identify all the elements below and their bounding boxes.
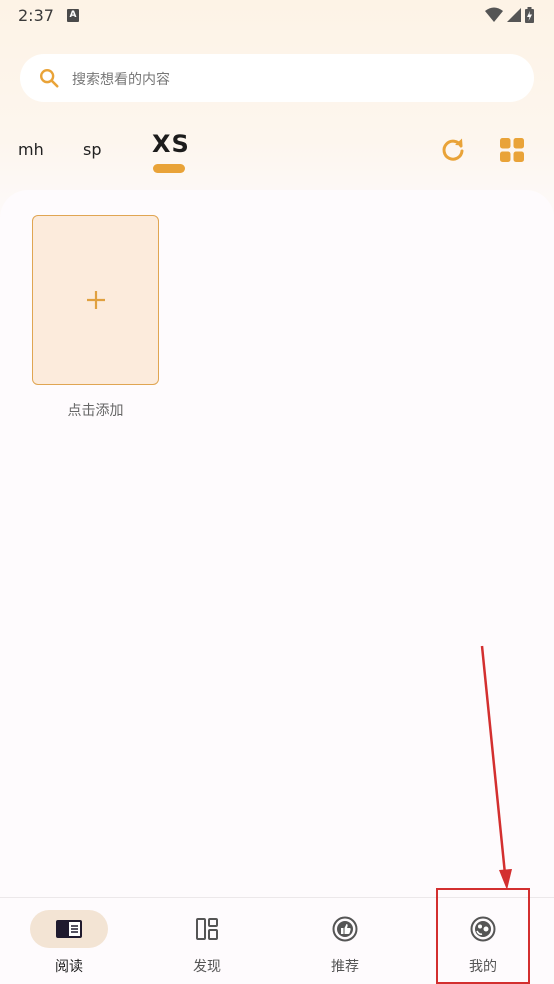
refresh-icon[interactable]	[440, 137, 466, 163]
tab-indicator	[153, 164, 185, 173]
grid-icon[interactable]	[499, 137, 525, 163]
battery-icon	[525, 7, 534, 23]
search-icon	[40, 69, 59, 88]
nav-item-discover[interactable]: 发现	[138, 898, 276, 984]
book-icon	[56, 920, 82, 938]
notification-badge-icon: A	[67, 9, 79, 22]
tab-sp[interactable]: sp	[83, 140, 102, 159]
search-input[interactable]: 搜索想看的内容	[72, 69, 170, 89]
status-icons	[485, 7, 534, 23]
add-book-label: 点击添加	[67, 403, 124, 419]
status-bar: 2:37 A	[0, 0, 554, 32]
wifi-icon	[485, 7, 503, 22]
search-bar[interactable]: 搜索想看的内容	[20, 54, 534, 102]
thumbs-up-icon	[332, 916, 358, 942]
category-tabs: mh sp XS	[0, 124, 554, 180]
tab-xs[interactable]: XS	[152, 130, 190, 158]
add-book-card[interactable]	[32, 215, 159, 385]
status-time: 2:37	[18, 6, 54, 25]
layout-icon	[196, 918, 218, 940]
nav-item-read[interactable]: 阅读	[0, 898, 138, 984]
nav-active-pill	[30, 910, 108, 948]
nav-label-read: 阅读	[55, 959, 83, 975]
annotation-highlight-box	[436, 888, 530, 984]
nav-label-discover: 发现	[193, 959, 221, 975]
nav-item-recommend[interactable]: 推荐	[276, 898, 414, 984]
plus-icon	[87, 291, 105, 309]
tab-mh[interactable]: mh	[18, 140, 44, 159]
nav-label-recommend: 推荐	[331, 959, 359, 975]
signal-icon	[507, 8, 521, 22]
